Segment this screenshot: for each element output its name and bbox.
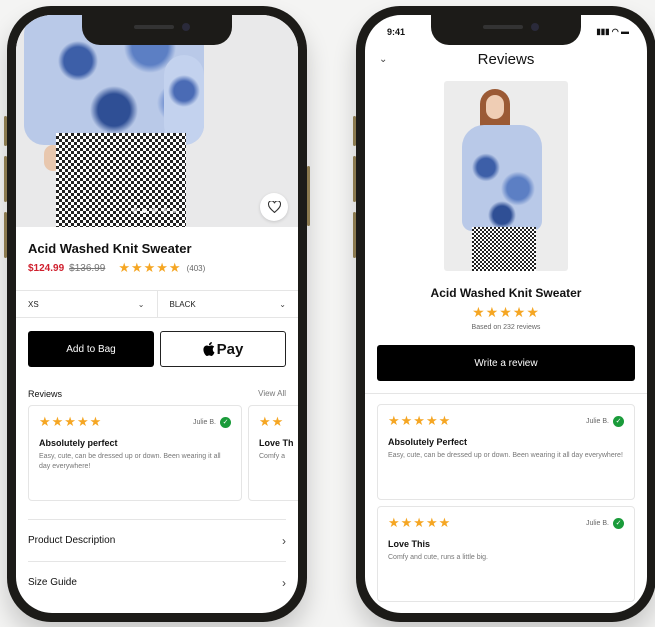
reviews-header: Reviews View All: [16, 367, 298, 405]
variant-selectors: XS ⌄ BLACK ⌄: [16, 290, 298, 318]
review-title: Absolutely Perfect: [388, 437, 468, 447]
view-all-link[interactable]: View All: [258, 389, 286, 399]
review-author: Julie B.: [586, 519, 609, 527]
carousel-dots[interactable]: [132, 208, 177, 213]
status-time: 9:41: [387, 27, 406, 37]
apple-pay-button[interactable]: Pay: [160, 331, 286, 367]
phone-reviews: 9:41 ▮▮▮ ◠ ▬ ⌄ Reviews Acid Washed Knit …: [353, 6, 655, 622]
phone-side-button: [4, 156, 7, 202]
review-author: Julie B.: [586, 417, 609, 425]
phone-notch: [431, 15, 581, 45]
chevron-down-icon: ⌄: [137, 299, 145, 309]
add-to-bag-button[interactable]: Add to Bag: [28, 331, 154, 367]
color-select[interactable]: BLACK ⌄: [156, 291, 299, 317]
review-stars: ★★: [259, 414, 285, 429]
verified-check-icon: ✓: [220, 416, 231, 428]
reviews-list: ★★★★★ Julie B. ✓ Absolutely Perfect Easy,…: [365, 394, 647, 602]
review-body: Easy, cute, can be dressed up or down. B…: [388, 452, 623, 459]
status-icons: ▮▮▮ ◠ ▬: [596, 27, 629, 36]
phone-side-button: [4, 212, 7, 258]
review-title: Love This: [388, 539, 431, 549]
verified-check-icon: ✓: [613, 415, 624, 427]
based-on-count: Based on 232 reviews: [471, 324, 541, 331]
chevron-down-icon: ⌄: [279, 299, 286, 309]
phone-side-button: [4, 116, 7, 146]
verified-check-icon: ✓: [613, 517, 624, 529]
product-image-carousel[interactable]: [16, 15, 298, 227]
rating-stars: ★★★★★: [472, 304, 540, 320]
write-review-button[interactable]: Write a review: [377, 345, 635, 381]
chevron-down-icon[interactable]: ⌄: [379, 54, 387, 65]
rating-stars: ★★★★★: [118, 260, 182, 275]
review-card[interactable]: ★★★★★ Julie B. ✓ Absolutely Perfect Easy,…: [377, 404, 635, 500]
reviews-screen: 9:41 ▮▮▮ ◠ ▬ ⌄ Reviews Acid Washed Knit …: [365, 15, 647, 613]
size-select[interactable]: XS ⌄: [16, 291, 157, 317]
pay-label: Pay: [216, 340, 244, 358]
phone-side-button: [353, 116, 356, 146]
product-title: Acid Washed Knit Sweater: [28, 241, 192, 256]
review-author: Julie B.: [193, 418, 216, 426]
review-title: Love Th: [259, 438, 294, 448]
original-price: $136.99: [69, 262, 106, 274]
review-stars: ★★★★★: [388, 413, 452, 428]
review-card[interactable]: ★★ Love Th Comfy a: [248, 405, 298, 501]
reviews-carousel[interactable]: ★★★★★ Julie B. ✓ Absolutely perfect Easy,…: [16, 405, 298, 501]
phone-side-button: [353, 156, 356, 202]
phone-side-button: [307, 166, 310, 226]
sale-price: $124.99: [28, 262, 65, 274]
product-description-row[interactable]: Product Description ›: [28, 519, 286, 561]
size-value: XS: [28, 299, 39, 309]
phone-notch: [82, 15, 232, 45]
product-photo: [444, 81, 568, 271]
size-guide-row[interactable]: Size Guide ›: [28, 561, 286, 603]
reviews-header: ⌄ Reviews: [365, 39, 647, 79]
product-screen: Acid Washed Knit Sweater $124.99 $136.99…: [16, 15, 298, 613]
review-card[interactable]: ★★★★★ Julie B. ✓ Love This Comfy and cute…: [377, 506, 635, 602]
review-card[interactable]: ★★★★★ Julie B. ✓ Absolutely perfect Easy,…: [28, 405, 242, 501]
wishlist-heart-icon[interactable]: [260, 193, 288, 221]
review-body: Comfy and cute, runs a little big.: [388, 554, 488, 561]
review-count[interactable]: (403): [187, 264, 206, 273]
phone-side-button: [353, 212, 356, 258]
review-body: Comfy a: [259, 453, 286, 460]
review-stars: ★★★★★: [39, 414, 103, 429]
chevron-right-icon: ›: [282, 575, 286, 590]
reviews-heading: Reviews: [28, 389, 63, 399]
menu-label: Size Guide: [28, 577, 77, 588]
review-body: Easy, cute, can be dressed up or down. B…: [39, 453, 221, 471]
color-value: BLACK: [169, 299, 196, 309]
review-stars: ★★★★★: [388, 515, 452, 530]
apple-icon: [203, 342, 215, 356]
purchase-buttons: Add to Bag Pay: [16, 318, 298, 367]
price-row: $124.99 $136.99 ★★★★★ (403): [16, 260, 298, 276]
chevron-right-icon: ›: [282, 533, 286, 548]
page-title: Reviews: [477, 50, 535, 68]
product-title: Acid Washed Knit Sweater: [430, 286, 582, 300]
phone-product-detail: Acid Washed Knit Sweater $124.99 $136.99…: [4, 6, 310, 622]
review-title: Absolutely perfect: [39, 438, 118, 448]
menu-label: Product Description: [28, 535, 116, 546]
